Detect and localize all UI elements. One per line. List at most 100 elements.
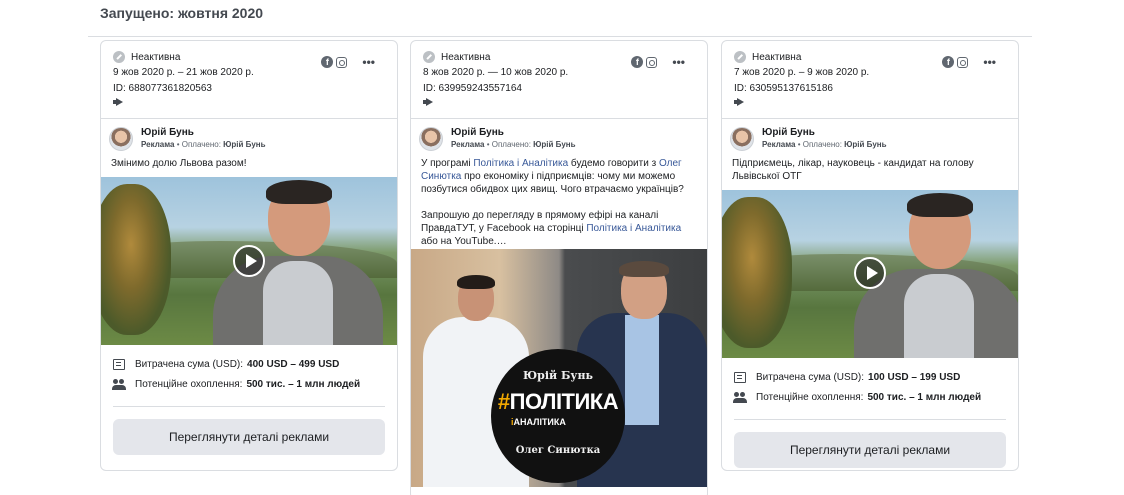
paid-by-prefix: Оплачено:	[491, 140, 534, 149]
instagram-icon	[336, 56, 348, 68]
megaphone-icon	[423, 98, 434, 106]
ad-stats: Витрачена сума (USD): 100 USD – 199 USD …	[722, 367, 1018, 468]
status-label: Неактивна	[752, 51, 802, 63]
megaphone-icon	[734, 98, 745, 106]
ad-stats: Витрачена сума (USD): 400 USD – 499 USD …	[101, 354, 397, 455]
link-politics-analytics[interactable]: Політика і Аналітика	[473, 158, 568, 169]
facebook-icon: f	[631, 56, 644, 68]
megaphone-icon	[113, 98, 124, 106]
advertiser-row: Юрій Бунь Реклама • Оплачено: Юрій Бунь	[722, 119, 1018, 157]
reach-label: Потенційне охоплення:	[135, 378, 243, 390]
ad-id: ID: 688077361820563	[113, 83, 212, 94]
ad-card-header: Неактивна 7 жов 2020 р. – 9 жов 2020 р. …	[722, 41, 1018, 119]
spend-row: Витрачена сума (USD): 400 USD – 499 USD	[113, 354, 385, 374]
text-segment: про економіку і підприємців: чому ми мож…	[421, 171, 684, 195]
link-politics-analytics[interactable]: Політика і Аналітика	[586, 223, 681, 234]
view-ad-details-button[interactable]: Переглянути деталі реклами	[113, 419, 385, 455]
ad-dates: 9 жов 2020 р. – 21 жов 2020 р.	[113, 67, 254, 78]
avatar[interactable]	[109, 127, 133, 151]
advertiser-name[interactable]: Юрій Бунь	[762, 127, 887, 139]
show-logo: Юрій Бунь #ПОЛІТИКА іАНАЛІТИКА Олег Синю…	[491, 349, 625, 483]
ad-text: У програмі Політика і Аналітика будемо г…	[411, 157, 707, 248]
ad-id: ID: 639959243557164	[423, 83, 522, 94]
thumbnail-tree	[722, 196, 792, 348]
spend-value: 100 USD – 199 USD	[868, 371, 961, 383]
ad-library-results: Запущено: жовтня 2020 Неактивна 9 жов 20…	[0, 0, 1124, 495]
ad-dates: 8 жов 2020 р. — 10 жов 2020 р.	[423, 67, 569, 78]
platform-icons: f •••	[321, 56, 375, 68]
sponsor-line: Реклама • Оплачено: Юрій Бунь	[451, 140, 576, 149]
stats-divider	[734, 419, 1006, 420]
image-show-title: #ПОЛІТИКА	[491, 389, 625, 415]
inactive-status-icon	[734, 51, 746, 63]
reach-label: Потенційне охоплення:	[756, 391, 864, 403]
play-icon[interactable]	[854, 257, 886, 289]
facebook-icon: f	[321, 56, 334, 68]
ad-card: Неактивна 9 жов 2020 р. – 21 жов 2020 р.…	[100, 40, 398, 471]
ad-card: Неактивна 8 жов 2020 р. — 10 жов 2020 р.…	[410, 40, 708, 495]
view-ad-details-button[interactable]: Переглянути деталі реклами	[734, 432, 1006, 468]
avatar[interactable]	[419, 127, 443, 151]
platform-icons: f •••	[942, 56, 996, 68]
more-options-icon[interactable]: •••	[362, 56, 375, 68]
inactive-status-icon	[423, 51, 435, 63]
advertiser-row: Юрій Бунь Реклама • Оплачено: Юрій Бунь	[411, 119, 707, 157]
paid-by-prefix: Оплачено:	[802, 140, 845, 149]
text-segment: У програмі	[421, 158, 474, 169]
ad-text: Підприємець, лікар, науковець - кандидат…	[732, 158, 974, 182]
paid-by: Юрій Бунь	[844, 140, 887, 149]
more-options-icon[interactable]: •••	[672, 56, 685, 68]
play-icon[interactable]	[233, 245, 265, 277]
ad-card-header: Неактивна 9 жов 2020 р. – 21 жов 2020 р.…	[101, 41, 397, 119]
section-divider	[88, 36, 1032, 37]
ad-video[interactable]	[722, 190, 1018, 358]
ad-text-paragraph: У програмі Політика і Аналітика будемо г…	[421, 157, 697, 196]
receipt-icon	[113, 358, 125, 370]
video-thumbnail	[101, 177, 397, 345]
ad-dates: 7 жов 2020 р. – 9 жов 2020 р.	[734, 67, 870, 78]
paid-by: Юрій Бунь	[223, 140, 266, 149]
ad-id: ID: 630595137615186	[734, 83, 833, 94]
image-name-top: Юрій Бунь	[523, 369, 593, 382]
sponsor-line: Реклама • Оплачено: Юрій Бунь	[141, 140, 266, 149]
ad-video[interactable]	[101, 177, 397, 345]
avatar[interactable]	[730, 127, 754, 151]
hash-mark: #	[497, 389, 510, 414]
ad-text-paragraph: Запрошую до перегляду в прямому ефірі на…	[421, 209, 697, 248]
spend-label: Витрачена сума (USD):	[756, 371, 865, 383]
text-segment: або на YouTube.…	[421, 236, 507, 247]
sponsored-label: Реклама	[762, 140, 796, 149]
advertiser-name[interactable]: Юрій Бунь	[141, 127, 266, 139]
spend-value: 400 USD – 499 USD	[247, 358, 340, 370]
more-options-icon[interactable]: •••	[983, 56, 996, 68]
politics-analytics-image: Юрій Бунь #ПОЛІТИКА іАНАЛІТИКА Олег Синю…	[411, 249, 707, 487]
stats-divider	[113, 406, 385, 407]
show-title-text: ПОЛІТИКА	[509, 389, 619, 414]
people-icon	[112, 378, 126, 390]
image-show-subtitle: іАНАЛІТИКА	[511, 417, 566, 427]
sponsor-line: Реклама • Оплачено: Юрій Бунь	[762, 140, 887, 149]
people-icon	[733, 391, 747, 403]
spend-label: Витрачена сума (USD):	[135, 358, 244, 370]
advertiser-name[interactable]: Юрій Бунь	[451, 127, 576, 139]
ad-card: Неактивна 7 жов 2020 р. – 9 жов 2020 р. …	[721, 40, 1019, 471]
thumbnail-tree	[101, 183, 171, 335]
sponsored-label: Реклама	[141, 140, 175, 149]
video-thumbnail	[722, 190, 1018, 358]
reach-value: 500 тис. – 1 млн людей	[246, 378, 361, 390]
image-name-bottom: Олег Синютка	[515, 445, 601, 456]
ad-text: Змінимо долю Львова разом!	[111, 158, 247, 169]
reach-row: Потенційне охоплення: 500 тис. – 1 млн л…	[733, 387, 1006, 407]
paid-by-prefix: Оплачено:	[181, 140, 224, 149]
receipt-icon	[734, 371, 746, 383]
instagram-icon	[646, 56, 658, 68]
status-label: Неактивна	[441, 51, 491, 63]
ad-image[interactable]: Юрій Бунь #ПОЛІТИКА іАНАЛІТИКА Олег Синю…	[411, 249, 707, 487]
section-title: Запущено: жовтня 2020	[100, 5, 264, 21]
spend-row: Витрачена сума (USD): 100 USD – 199 USD	[734, 367, 1006, 387]
ad-card-header: Неактивна 8 жов 2020 р. — 10 жов 2020 р.…	[411, 41, 707, 119]
subtitle-text: АНАЛІТИКА	[513, 417, 566, 427]
inactive-status-icon	[113, 51, 125, 63]
facebook-icon: f	[942, 56, 955, 68]
platform-icons: f •••	[631, 56, 685, 68]
